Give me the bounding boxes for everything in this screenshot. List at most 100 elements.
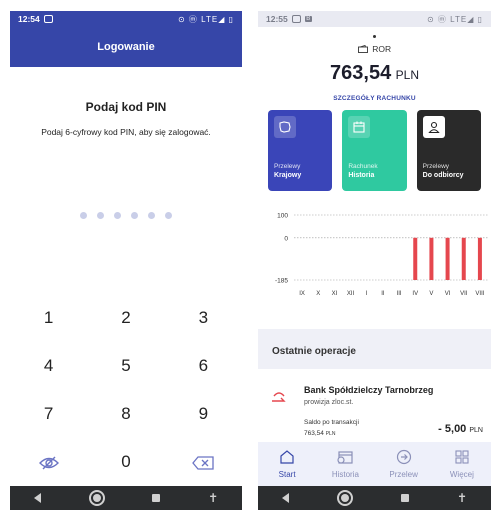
chart-bar	[429, 237, 434, 280]
balance-amount: 763,54	[330, 62, 392, 84]
account-balance: 763,54 PLN	[258, 62, 491, 85]
balance-chart-svg: 1000-185IX X XI XII I II III IV V VI VII VIII	[275, 213, 488, 297]
key-4[interactable]: 4	[10, 356, 87, 376]
x-tick-label: III	[397, 291, 402, 297]
backspace-button[interactable]	[165, 452, 242, 472]
pin-dot	[131, 212, 138, 219]
key-0[interactable]: 0	[87, 452, 164, 472]
y-tick-label: 100	[277, 213, 288, 220]
operation-balance-currency: PLN	[325, 431, 336, 437]
tab-more[interactable]: Więcej	[433, 442, 491, 486]
tile-title: Historia	[348, 172, 375, 179]
pin-dot	[148, 212, 155, 219]
dashboard-screen: 12:55 B ⊙ ⓜ LTE◢ ▯ ROR 763,54 PLN SZCZEG…	[258, 11, 491, 510]
chart-bar	[413, 237, 418, 280]
operation-amount: - 5,00 PLN	[438, 423, 483, 435]
pin-dots	[10, 212, 242, 219]
backspace-icon	[192, 455, 214, 470]
pin-keypad: 1 2 3 4 5 6 7 8 9 0	[10, 294, 242, 486]
operation-item[interactable]: Bank Spółdzielczy Tarnobrzeg prowizja zl…	[258, 379, 491, 439]
home-icon	[280, 450, 294, 464]
tab-start[interactable]: Start	[258, 442, 316, 486]
tile-to-recipient[interactable]: Przelewy Do odbiorcy	[416, 110, 481, 191]
pin-dot	[80, 212, 87, 219]
back-icon[interactable]	[281, 493, 289, 503]
system-nav-bar: ✝	[10, 486, 242, 510]
key-8[interactable]: 8	[87, 404, 164, 424]
key-6[interactable]: 6	[165, 356, 242, 376]
home-button-icon[interactable]	[336, 490, 353, 506]
screenshot-icon	[291, 15, 301, 23]
home-button-icon[interactable]	[88, 490, 105, 506]
key-1[interactable]: 1	[10, 308, 87, 328]
key-9[interactable]: 9	[165, 404, 242, 424]
tab-label: Start	[278, 470, 296, 479]
operation-balance-value: 763,54	[304, 430, 324, 437]
back-icon[interactable]	[33, 493, 41, 503]
x-tick-label: I	[366, 291, 368, 297]
operation-title: Bank Spółdzielczy Tarnobrzeg	[304, 385, 434, 395]
operation-description: prowizja zloc.st.	[304, 399, 354, 406]
toggle-visibility-button[interactable]	[10, 452, 87, 472]
tile-label: Rachunek	[348, 163, 378, 170]
x-tick-label: IX	[299, 291, 305, 297]
tab-transfer[interactable]: Przelew	[375, 442, 433, 486]
tab-history[interactable]: Historia	[316, 442, 374, 486]
recent-apps-icon[interactable]	[400, 494, 409, 502]
map-icon	[279, 121, 291, 133]
tile-history[interactable]: Rachunek Historia	[342, 110, 407, 191]
status-indicators: ⊙ ⓜ LTE◢ ▯	[177, 14, 234, 24]
person-icon	[427, 121, 440, 134]
operation-balance-label: Saldo po transakcji	[304, 419, 359, 426]
x-tick-label: XII	[347, 291, 355, 297]
status-bar: 12:54 B ⊙ ⓜ LTE◢ ▯	[10, 11, 242, 27]
recent-operations-header: Ostatnie operacje	[258, 329, 491, 369]
status-time: 12:54	[18, 14, 40, 24]
app-notification-icon: B	[55, 15, 65, 23]
page-indicator	[258, 31, 491, 38]
tab-label: Przelew	[389, 470, 418, 479]
key-7[interactable]: 7	[10, 404, 87, 424]
wallet-icon	[357, 44, 368, 53]
tile-title: Krajowy	[274, 172, 302, 179]
history-icon	[337, 451, 353, 464]
chart-bar	[461, 237, 466, 280]
account-details-link[interactable]: SZCZEGÓŁY RACHUNKU	[258, 95, 491, 102]
x-tick-label: VIII	[475, 291, 484, 297]
operation-amount-value: - 5,00	[438, 423, 467, 435]
tile-label: Przelewy	[422, 163, 450, 170]
grid-icon	[455, 450, 469, 464]
x-tick-label: V	[429, 291, 433, 297]
operation-balance: 763,54 PLN	[304, 430, 335, 437]
x-tick-label: IV	[412, 291, 418, 297]
app-notification-icon: B	[303, 15, 313, 23]
page-title: Logowanie	[97, 41, 155, 53]
recent-apps-icon[interactable]	[152, 494, 161, 502]
tile-domestic-transfer[interactable]: Przelewy Krajowy	[268, 110, 333, 191]
key-3[interactable]: 3	[165, 308, 242, 328]
x-tick-label: II	[381, 291, 385, 297]
key-2[interactable]: 2	[87, 308, 164, 328]
accessibility-icon[interactable]: ✝	[457, 492, 467, 504]
x-tick-label: X	[316, 291, 320, 297]
status-indicators: ⊙ ⓜ LTE◢ ▯	[426, 14, 483, 24]
y-tick-label: 0	[284, 235, 288, 242]
x-tick-label: VII	[460, 291, 468, 297]
accessibility-icon[interactable]: ✝	[208, 492, 218, 504]
balance-chart: 100 0 -185 IX X XI XII I II III IV V VI VII VIII	[258, 209, 491, 299]
calendar-icon	[353, 121, 365, 133]
tab-label: Historia	[331, 470, 359, 479]
login-screen: 12:54 B ⊙ ⓜ LTE◢ ▯ Logowanie Podaj kod P…	[10, 11, 242, 510]
key-5[interactable]: 5	[87, 356, 164, 376]
transfer-icon	[396, 449, 411, 465]
pin-title: Podaj kod PIN	[85, 100, 167, 114]
app-bar: Logowanie	[10, 27, 242, 67]
x-tick-label: XI	[332, 291, 338, 297]
tile-label: Przelewy	[274, 163, 301, 170]
quick-actions: Przelewy Krajowy Rachunek Historia Przel…	[258, 110, 491, 191]
tile-title: Do odbiorcy	[422, 172, 464, 179]
pin-subtitle: Podaj 6-cyfrowy kod PIN, aby się zalogow…	[41, 127, 211, 137]
operation-amount-currency: PLN	[469, 427, 483, 434]
eye-off-icon	[38, 456, 59, 470]
pin-dot	[97, 212, 104, 219]
